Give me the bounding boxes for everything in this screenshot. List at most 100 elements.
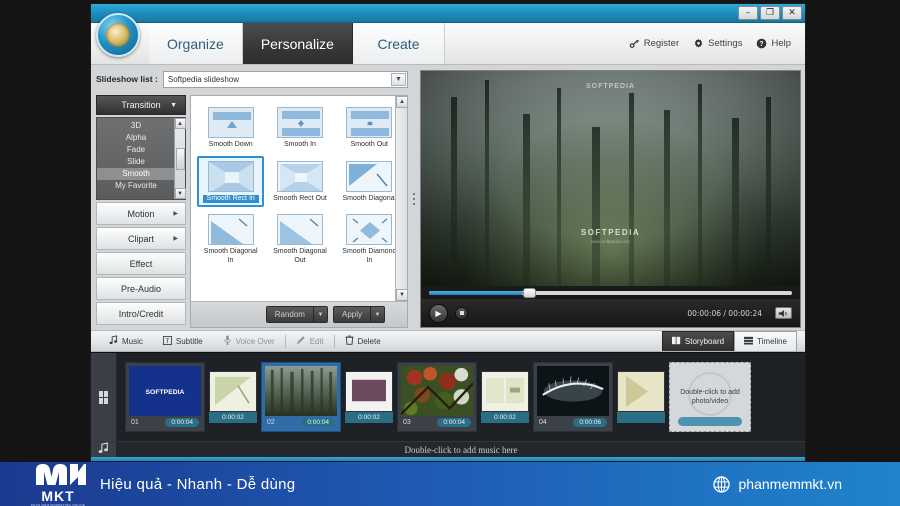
transition-smooth-diagonal-out[interactable]: Smooth Diagonal Out xyxy=(266,209,333,269)
slide-duration: 0:00:04 xyxy=(437,417,471,427)
transition-card[interactable] xyxy=(617,371,665,423)
gallery-scrollbar[interactable]: ▲ ▼ xyxy=(395,96,408,301)
category-item-slide[interactable]: Slide xyxy=(97,156,185,168)
category-item-alpha[interactable]: Alpha xyxy=(97,132,185,144)
scroll-down-icon[interactable]: ▼ xyxy=(396,289,408,301)
seek-slider[interactable] xyxy=(429,287,792,298)
music-note-icon xyxy=(98,442,109,457)
slideshow-select[interactable]: Softpedia slideshow ▼ xyxy=(162,70,408,88)
splitter-handle-icon xyxy=(413,193,415,205)
app-logo-inner xyxy=(106,23,130,47)
chevron-down-icon[interactable]: ▼ xyxy=(391,72,406,86)
tabs: Organize Personalize Create xyxy=(149,23,445,64)
play-button[interactable]: ▶ xyxy=(429,303,448,323)
svg-text:?: ? xyxy=(760,41,764,48)
apply-button[interactable]: Apply ▼ xyxy=(332,306,385,323)
category-item-smooth[interactable]: Smooth xyxy=(97,168,185,180)
category-scrollbar[interactable]: ▲ ▼ xyxy=(174,118,186,199)
minimize-button[interactable]: – xyxy=(738,6,758,20)
tab-storyboard[interactable]: Storyboard xyxy=(661,331,735,351)
transition-card[interactable]: 0:00:02 xyxy=(345,371,393,423)
window-controls: – ❐ ✕ xyxy=(738,6,802,20)
tab-timeline[interactable]: Timeline xyxy=(734,331,797,351)
slideshow-select-value: Softpedia slideshow xyxy=(167,74,240,84)
add-photo-video-button[interactable]: Double-click to add photo/video xyxy=(669,362,751,432)
category-button-clipart[interactable]: Clipart ▶ xyxy=(96,227,186,250)
transition-smooth-rect-out[interactable]: Smooth Rect Out xyxy=(266,156,333,208)
category-button-effect[interactable]: Effect xyxy=(96,252,186,275)
transition-smooth-rect-in[interactable]: Smooth Rect In xyxy=(197,155,265,207)
transition-category-list[interactable]: 3D Alpha Fade Slide Smooth My Favorite ▲… xyxy=(96,117,186,200)
category-item-3d[interactable]: 3D xyxy=(97,120,185,132)
register-button[interactable]: Register xyxy=(629,38,679,49)
mkt-logo: MKT PHAN MEM MARKETING ONLINE xyxy=(30,461,86,506)
chevron-down-icon[interactable]: ▼ xyxy=(370,307,384,322)
transition-smooth-out[interactable]: Smooth Out xyxy=(336,102,403,154)
category-item-fade[interactable]: Fade xyxy=(97,144,185,156)
help-button[interactable]: ? Help xyxy=(756,38,791,49)
slide-card[interactable]: SOFTPEDIA 01 0:00:04 xyxy=(125,362,205,432)
stop-button[interactable] xyxy=(455,306,468,320)
chevron-down-icon[interactable]: ▼ xyxy=(312,307,327,322)
subtitle-button[interactable]: T Subtitle xyxy=(153,333,213,349)
transition-label: Smooth Down xyxy=(208,141,253,148)
transition-category-header[interactable]: Transition ▼ xyxy=(96,95,186,115)
scroll-down-icon[interactable]: ▼ xyxy=(174,188,186,199)
transition-card[interactable]: 0:00:02 xyxy=(209,371,257,423)
transition-smooth-down[interactable]: Smooth Down xyxy=(197,102,264,154)
application-window: – ❐ ✕ Organize Personalize Create Regist… xyxy=(90,3,806,462)
transition-smooth-diagonal[interactable]: Smooth Diagonal xyxy=(336,156,403,208)
edit-button[interactable]: Edit xyxy=(286,333,334,349)
slide-card[interactable]: 03 0:00:04 xyxy=(397,362,477,432)
website-link[interactable]: phanmemmkt.vn xyxy=(712,475,900,493)
help-label: Help xyxy=(771,38,791,49)
tab-personalize[interactable]: Personalize xyxy=(242,23,353,64)
seek-slider-handle[interactable] xyxy=(523,287,537,298)
transition-thumb-icon xyxy=(276,214,323,245)
video-frame-image xyxy=(421,71,800,286)
gear-icon xyxy=(693,38,704,49)
category-button-intro-credit[interactable]: Intro/Credit xyxy=(96,302,186,325)
maximize-button[interactable]: ❐ xyxy=(760,6,780,20)
slideshow-list-label: Slideshow list : xyxy=(96,74,158,84)
slide-duration: 0:00:04 xyxy=(301,417,335,427)
tab-organize[interactable]: Organize xyxy=(149,23,243,64)
video-vignette xyxy=(421,71,800,286)
watermark-main: SOFTPEDIA www.softpedia.com xyxy=(581,228,640,244)
transition-thumb-icon xyxy=(346,107,393,138)
slide-card[interactable]: 04 0:00:06 xyxy=(533,362,613,432)
scroll-up-icon[interactable]: ▲ xyxy=(396,96,408,108)
add-music-area[interactable]: Double-click to add music here xyxy=(117,442,805,457)
add-card-progress-bar xyxy=(678,417,742,426)
delete-button[interactable]: Delete xyxy=(335,333,391,349)
close-button[interactable]: ✕ xyxy=(782,6,802,20)
slide-meta: 04 0:00:06 xyxy=(537,416,609,428)
random-button[interactable]: Random ▼ xyxy=(265,306,328,323)
settings-button[interactable]: Settings xyxy=(693,38,742,49)
category-button-effect-label: Effect xyxy=(129,258,153,269)
video-preview[interactable]: SOFTPEDIA SOFTPEDIA www.softpedia.com xyxy=(421,71,800,286)
category-button-pre-audio[interactable]: Pre-Audio xyxy=(96,277,186,300)
storyboard-grip[interactable] xyxy=(91,353,117,441)
edit-button-label: Edit xyxy=(309,336,324,346)
category-item-my-favorite[interactable]: My Favorite xyxy=(97,180,185,192)
music-track-grip[interactable] xyxy=(91,442,117,457)
chevron-right-icon: ▶ xyxy=(173,211,178,217)
transition-smooth-diamond-in[interactable]: Smooth Diamond In xyxy=(336,209,403,269)
transition-smooth-diagonal-in[interactable]: Smooth Diagonal In xyxy=(197,209,264,269)
scroll-up-icon[interactable]: ▲ xyxy=(174,118,186,129)
transition-smooth-in[interactable]: Smooth In xyxy=(266,102,333,154)
tab-create[interactable]: Create xyxy=(352,23,445,64)
settings-label: Settings xyxy=(708,38,743,49)
window-body: Slideshow list : Softpedia slideshow ▼ T… xyxy=(91,65,805,461)
music-button[interactable]: Music xyxy=(99,333,153,349)
voice-over-button[interactable]: Voice Over xyxy=(213,333,285,349)
pane-splitter[interactable] xyxy=(408,70,420,328)
playback-controls: ▶ 00:00:06 / 00:00:24 xyxy=(421,299,800,327)
slide-card[interactable]: 02 0:00:04 xyxy=(261,362,341,432)
speaker-icon[interactable] xyxy=(775,307,792,319)
gallery-action-bar: Random ▼ Apply ▼ xyxy=(191,301,407,327)
category-button-motion[interactable]: Motion ▶ xyxy=(96,202,186,225)
scrollbar-thumb[interactable] xyxy=(175,147,185,170)
transition-card[interactable]: 0:00:02 xyxy=(481,371,529,423)
